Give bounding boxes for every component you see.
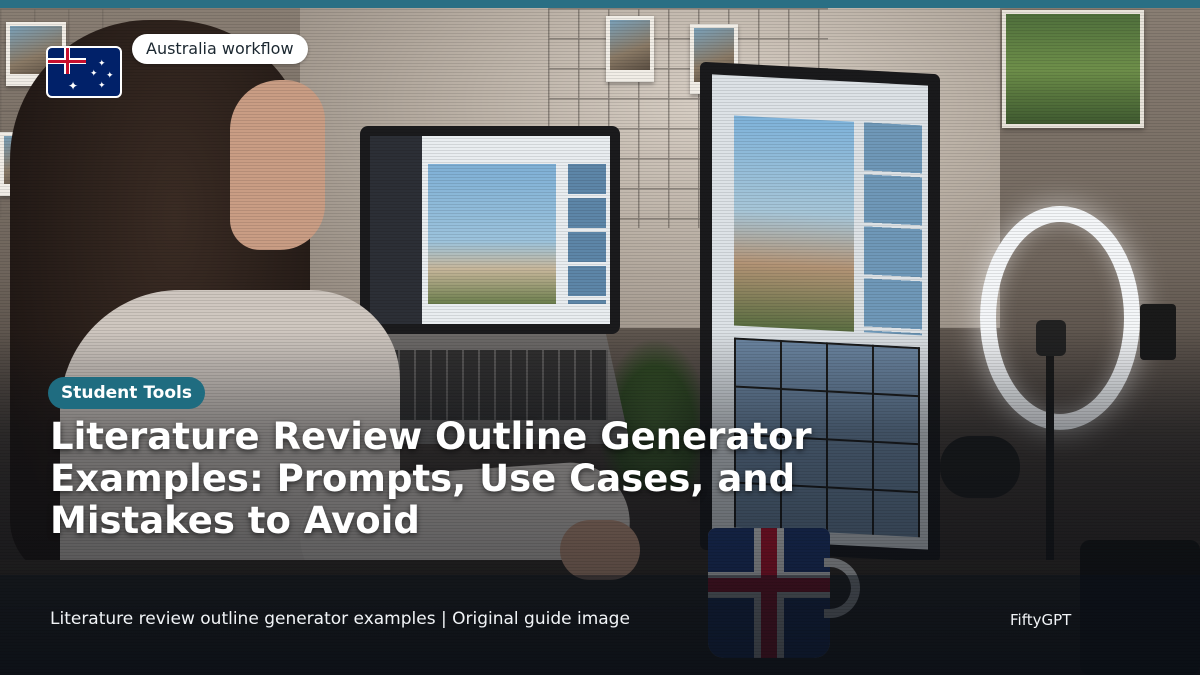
region-chip[interactable]: Australia workflow	[132, 34, 308, 64]
polaroid-photo	[606, 16, 654, 82]
hero-background-photo	[0, 0, 1200, 675]
image-caption: Literature review outline generator exam…	[50, 609, 630, 629]
category-badge[interactable]: Student Tools	[48, 377, 205, 409]
brand-name[interactable]: FiftyGPT	[1010, 610, 1071, 630]
laptop-screen	[360, 126, 620, 334]
australia-flag-icon: ✦ ✦ ✦ ✦ ✦	[46, 46, 122, 98]
article-title: Literature Review Outline Generator Exam…	[50, 415, 812, 542]
framed-photo	[1002, 10, 1144, 128]
accent-bar	[0, 0, 1200, 8]
person-face	[230, 80, 325, 250]
